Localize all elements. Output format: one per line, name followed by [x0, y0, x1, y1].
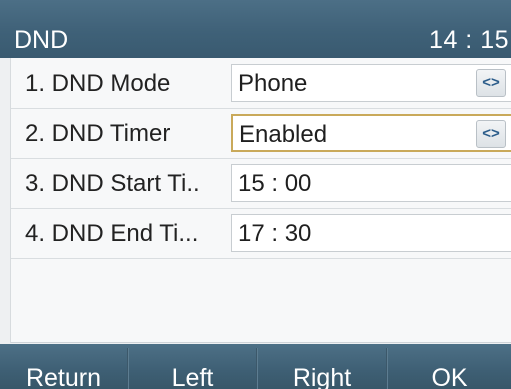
softkey-bar: Return Left Right OK [0, 344, 511, 389]
settings-list: 1. DND Mode Phone <> 2. DND Timer Enable… [10, 58, 511, 343]
setting-label: 3. DND Start Ti.. [25, 170, 200, 197]
setting-label: 2. DND Timer [25, 120, 171, 147]
setting-value: Enabled [239, 121, 328, 148]
dnd-start-time-input[interactable]: 15 : 00 [231, 164, 511, 202]
setting-row-dnd-timer[interactable]: 2. DND Timer Enabled <> [11, 108, 511, 159]
switch-arrows-icon[interactable]: <> [476, 69, 506, 97]
title-bar: DND 14 : 15 [0, 0, 511, 58]
clock: 14 : 15 [429, 26, 509, 54]
phone-screen: DND 14 : 15 1. DND Mode Phone <> 2. DND … [0, 0, 511, 389]
setting-row-dnd-end-time[interactable]: 4. DND End Ti... 17 : 30 [11, 208, 511, 259]
dnd-timer-select[interactable]: Enabled <> [231, 114, 511, 152]
setting-row-dnd-start-time[interactable]: 3. DND Start Ti.. 15 : 00 [11, 158, 511, 209]
return-softkey[interactable]: Return [0, 344, 127, 389]
setting-label: 4. DND End Ti... [25, 220, 199, 247]
setting-value: 17 : 30 [238, 220, 312, 247]
setting-value: Phone [238, 70, 308, 97]
switch-arrows-icon[interactable]: <> [476, 120, 506, 148]
page-title: DND [14, 26, 69, 54]
dnd-mode-select[interactable]: Phone <> [231, 64, 511, 102]
setting-label: 1. DND Mode [25, 70, 171, 97]
left-softkey[interactable]: Left [129, 344, 256, 389]
ok-softkey[interactable]: OK [388, 344, 511, 389]
right-softkey[interactable]: Right [258, 344, 386, 389]
setting-row-dnd-mode[interactable]: 1. DND Mode Phone <> [11, 58, 511, 109]
dnd-end-time-input[interactable]: 17 : 30 [231, 214, 511, 252]
setting-value: 15 : 00 [238, 170, 312, 197]
